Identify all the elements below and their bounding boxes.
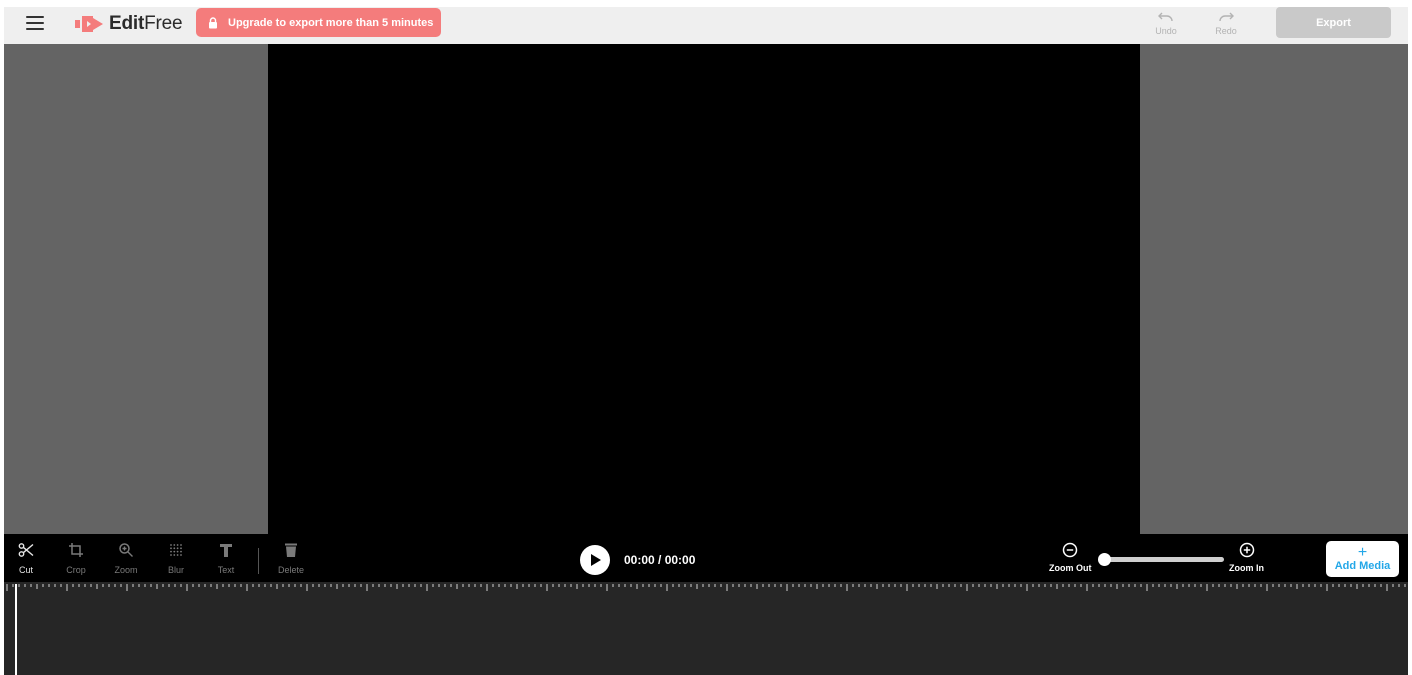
scissors-icon — [18, 543, 34, 557]
playhead[interactable] — [15, 584, 17, 675]
video-canvas[interactable] — [268, 44, 1140, 534]
timeline-track-area[interactable] — [4, 582, 1408, 675]
preview-area — [4, 44, 1408, 534]
upgrade-button[interactable]: Upgrade to export more than 5 minutes — [196, 8, 441, 37]
zoom-in-icon — [1239, 542, 1254, 558]
redo-label: Redo — [1215, 26, 1237, 36]
zoom-slider-track — [1102, 557, 1224, 562]
blur-tool-button[interactable]: Blur — [156, 542, 196, 578]
undo-button[interactable]: Undo — [1146, 9, 1186, 41]
add-media-button[interactable]: + Add Media — [1326, 541, 1399, 577]
zoom-label: Zoom — [114, 565, 138, 575]
top-bar: EditFree Upgrade to export more than 5 m… — [4, 7, 1408, 44]
plus-icon: + — [1357, 544, 1368, 561]
export-button[interactable]: Export — [1276, 7, 1391, 38]
editing-toolbar: Cut Crop Zoom Blur Text Delete 00:00 / 0… — [4, 534, 1408, 582]
timecode-display: 00:00 / 00:00 — [624, 553, 696, 567]
blur-label: Blur — [167, 565, 184, 575]
logo-text: EditFree — [109, 13, 183, 34]
text-tool-button[interactable]: Text — [206, 542, 246, 578]
add-media-label: Add Media — [1334, 560, 1391, 572]
undo-icon — [1158, 12, 1173, 22]
text-label: Text — [217, 565, 235, 575]
timeline-ruler — [6, 584, 1406, 591]
blur-icon — [170, 544, 182, 556]
zoom-tool-button[interactable]: Zoom — [106, 542, 146, 578]
timeline-zoom-slider[interactable] — [1098, 553, 1224, 566]
redo-icon — [1219, 12, 1234, 22]
zoom-in-label: Zoom In — [1229, 563, 1264, 573]
zoom-slider-knob[interactable] — [1098, 553, 1111, 566]
zoom-in-button[interactable]: Zoom In — [1229, 542, 1264, 573]
upgrade-button-label: Upgrade to export more than 5 minutes — [228, 16, 434, 29]
cut-tool-button[interactable]: Cut — [6, 542, 46, 578]
video-editor-app: EditFree Upgrade to export more than 5 m… — [4, 7, 1408, 675]
trash-icon — [285, 543, 297, 557]
zoom-out-label: Zoom Out — [1049, 563, 1092, 573]
undo-label: Undo — [1155, 26, 1177, 36]
play-icon — [591, 554, 601, 566]
redo-button[interactable]: Redo — [1206, 9, 1246, 41]
lock-icon — [209, 16, 217, 28]
text-icon — [220, 544, 232, 557]
app-logo[interactable]: EditFree — [75, 10, 183, 38]
crop-icon — [69, 543, 83, 557]
logo-mark-icon — [75, 16, 103, 32]
crop-tool-button[interactable]: Crop — [56, 542, 96, 578]
crop-label: Crop — [66, 565, 86, 575]
zoom-out-button[interactable]: Zoom Out — [1049, 542, 1092, 573]
cut-label: Cut — [18, 565, 33, 575]
toolbar-divider — [258, 548, 259, 574]
zoom-out-icon — [1063, 542, 1078, 558]
play-button[interactable] — [580, 545, 610, 575]
delete-tool-button[interactable]: Delete — [271, 542, 311, 578]
magnifier-icon — [119, 543, 133, 557]
hamburger-menu-icon[interactable] — [26, 16, 44, 30]
delete-label: Delete — [277, 565, 304, 575]
